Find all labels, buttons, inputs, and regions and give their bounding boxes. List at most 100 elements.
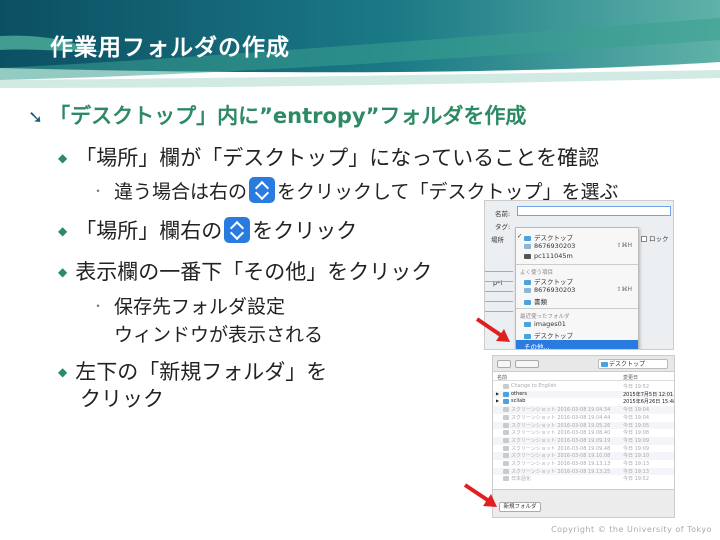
menu-item-fav-desktop[interactable]: デスクトップ: [524, 276, 573, 286]
home-icon: [524, 288, 531, 293]
file-icon: [503, 407, 509, 413]
background-lines: [485, 271, 513, 321]
main-bullet: ➘ 「デスクトップ」内に”entropy”フォルダを作成: [28, 100, 526, 130]
file-icon: [503, 384, 509, 389]
bullet-text: 「場所」欄右の: [75, 219, 223, 243]
file-name: スクリーンショット 2016-03-08 19.09.19: [511, 437, 611, 444]
table-row[interactable]: スクリーンショット 2016-03-08 19.13.25 今日 19:13: [493, 467, 674, 476]
file-icon: [503, 468, 509, 474]
menu-item-fav-documents[interactable]: 書類: [524, 296, 547, 306]
table-row[interactable]: ▶ others 2015年7月5日 12:01: [493, 390, 674, 399]
file-name: スクリーンショット 2016-03-08 19.13.13: [511, 461, 611, 467]
folder-icon: [524, 300, 531, 305]
file-date: 今日 19:09: [623, 445, 649, 452]
menu-group-label: 最近使ったフォルダ: [520, 314, 570, 320]
folder-icon: [524, 322, 531, 327]
file-date: 今日 19:10: [623, 453, 649, 460]
file-name: 日本語化: [511, 476, 532, 483]
folder-icon: [524, 236, 531, 241]
menu-item-label: images01: [534, 320, 566, 328]
sub-bullet-window-shown-cont: ウィンドウが表示される: [114, 324, 324, 346]
menu-item-label: デスクトップ: [534, 234, 573, 242]
sub-bullet-text: 保存先フォルダ設定: [114, 296, 286, 318]
menu-shortcut: ⇧⌘H: [616, 286, 632, 293]
column-name[interactable]: 名前: [497, 374, 507, 381]
file-date: 今日 19:52: [623, 384, 649, 390]
menu-item-fav-home[interactable]: 8676930203: [524, 286, 575, 294]
menu-item-images01[interactable]: images01: [524, 320, 566, 328]
file-icon: [503, 461, 509, 466]
file-date: 今日 19:13: [623, 468, 649, 475]
table-row[interactable]: スクリーンショット 2016-03-08 19.09.19 今日 19:09: [493, 436, 674, 445]
file-date: 今日 19:08: [623, 430, 649, 437]
table-row[interactable]: 日本語化 今日 19:52: [493, 475, 674, 483]
bullet-text: 「場所」欄が「デスクトップ」になっていることを確認: [75, 146, 600, 170]
folder-icon: [503, 399, 509, 405]
diamond-bullet-icon: ◆: [58, 365, 68, 379]
folder-icon: [524, 280, 531, 285]
file-date: 今日 19:05: [623, 422, 649, 429]
menu-item-label: デスクトップ: [534, 332, 573, 340]
file-date: 2015年6月26日 15:48: [623, 399, 675, 406]
folder-icon: [601, 362, 608, 367]
dot-bullet-icon: ・: [92, 299, 105, 313]
file-name: スクリーンショット 2016-03-08 19.04.44: [511, 414, 611, 421]
table-row[interactable]: ▶ scilab 2015年6月26日 15:48: [493, 398, 674, 406]
table-row[interactable]: スクリーンショット 2016-03-08 19.05.26 今日 19:05: [493, 421, 674, 430]
arrow-bullet-icon: ➘: [28, 107, 44, 128]
table-row[interactable]: Change to English 今日 19:52: [493, 383, 674, 391]
menu-item-label: 書類: [534, 298, 547, 306]
back-forward-buttons[interactable]: [497, 360, 511, 368]
file-name: スクリーンショット 2016-03-08 19.05.26: [511, 422, 611, 429]
bullet-click-stepper: ◆ 「場所」欄右の をクリック: [58, 215, 357, 245]
disclosure-triangle-icon[interactable]: ▶: [496, 398, 499, 403]
bullet-new-folder-cont: クリック: [80, 387, 164, 411]
file-date: 今日 19:13: [623, 461, 649, 467]
new-folder-button[interactable]: 新規フォルダ: [499, 502, 541, 512]
file-date: 2015年7月5日 12:01: [623, 391, 674, 398]
bullet-text: 表示欄の一番下「その他」をクリック: [75, 260, 433, 284]
slide-title: 作業用フォルダの作成: [50, 35, 290, 61]
menu-item-label: 8676930203: [534, 242, 576, 250]
bullet-text: 左下の「新規フォルダ」を: [75, 360, 328, 384]
menu-item-label: デスクトップ: [534, 278, 573, 286]
location-popup[interactable]: デスクトップ: [598, 359, 668, 369]
tag-label: タグ:: [495, 223, 511, 231]
computer-icon: [524, 254, 531, 259]
disclosure-triangle-icon[interactable]: ▶: [496, 391, 499, 396]
diamond-bullet-icon: ◆: [58, 224, 68, 238]
bullet-text: をクリック: [252, 219, 358, 243]
menu-item-computer[interactable]: pc111045m: [524, 252, 573, 260]
sub-bullet-window-shown: ・保存先フォルダ設定: [92, 294, 285, 322]
menu-item-recent-desktop[interactable]: デスクトップ: [524, 330, 573, 340]
table-row[interactable]: スクリーンショット 2016-03-08 19.08.40 今日 19:08: [493, 429, 674, 437]
column-header: 名前 変更日: [493, 373, 674, 381]
menu-item-home[interactable]: 8676930203: [524, 242, 575, 250]
table-row[interactable]: スクリーンショット 2016-03-08 19.10.08 今日 19:10: [493, 452, 674, 460]
lock-label: ロック: [649, 235, 669, 243]
menu-group-label: よく使う項目: [520, 270, 554, 276]
column-date[interactable]: 変更日: [623, 374, 638, 381]
table-row[interactable]: スクリーンショット 2016-03-08 19.13.13 今日 19:13: [493, 460, 674, 468]
file-date: 今日 19:04: [623, 407, 649, 414]
table-row[interactable]: スクリーンショット 2016-03-08 19.04.44 今日 19:04: [493, 414, 674, 422]
menu-item-desktop[interactable]: ✓ デスクトップ: [517, 232, 573, 242]
dot-bullet-icon: ・: [92, 184, 105, 198]
menu-item-other[interactable]: その他...: [516, 340, 638, 350]
file-date: 今日 19:09: [623, 437, 649, 444]
file-name: others: [511, 390, 527, 397]
file-name: Change to English: [511, 383, 557, 389]
location-menu: ✓ デスクトップ 8676930203 ⇧⌘H pc111045m よく使う項目 …: [515, 227, 639, 349]
menu-item-label: その他...: [524, 343, 550, 350]
file-name: スクリーンショット 2016-03-08 19.10.08: [511, 453, 611, 460]
bullet-check-location: ◆ 「場所」欄が「デスクトップ」になっていることを確認: [58, 142, 599, 172]
finder-bottom-bar: 新規フォルダ: [493, 489, 674, 517]
folder-icon: [503, 391, 509, 397]
view-buttons[interactable]: [515, 360, 539, 368]
table-row[interactable]: スクリーンショット 2016-03-08 19.09.48 今日 19:09: [493, 445, 674, 453]
slide-header: 作業用フォルダの作成: [0, 0, 720, 100]
copyright-text: Copyright © the University of Tokyo: [551, 525, 712, 534]
table-row[interactable]: スクリーンショット 2016-03-08 19.04.34 今日 19:04: [493, 406, 674, 414]
finder-toolbar: デスクトップ: [493, 356, 674, 372]
bullet-new-folder: ◆ 左下の「新規フォルダ」を: [58, 356, 327, 386]
